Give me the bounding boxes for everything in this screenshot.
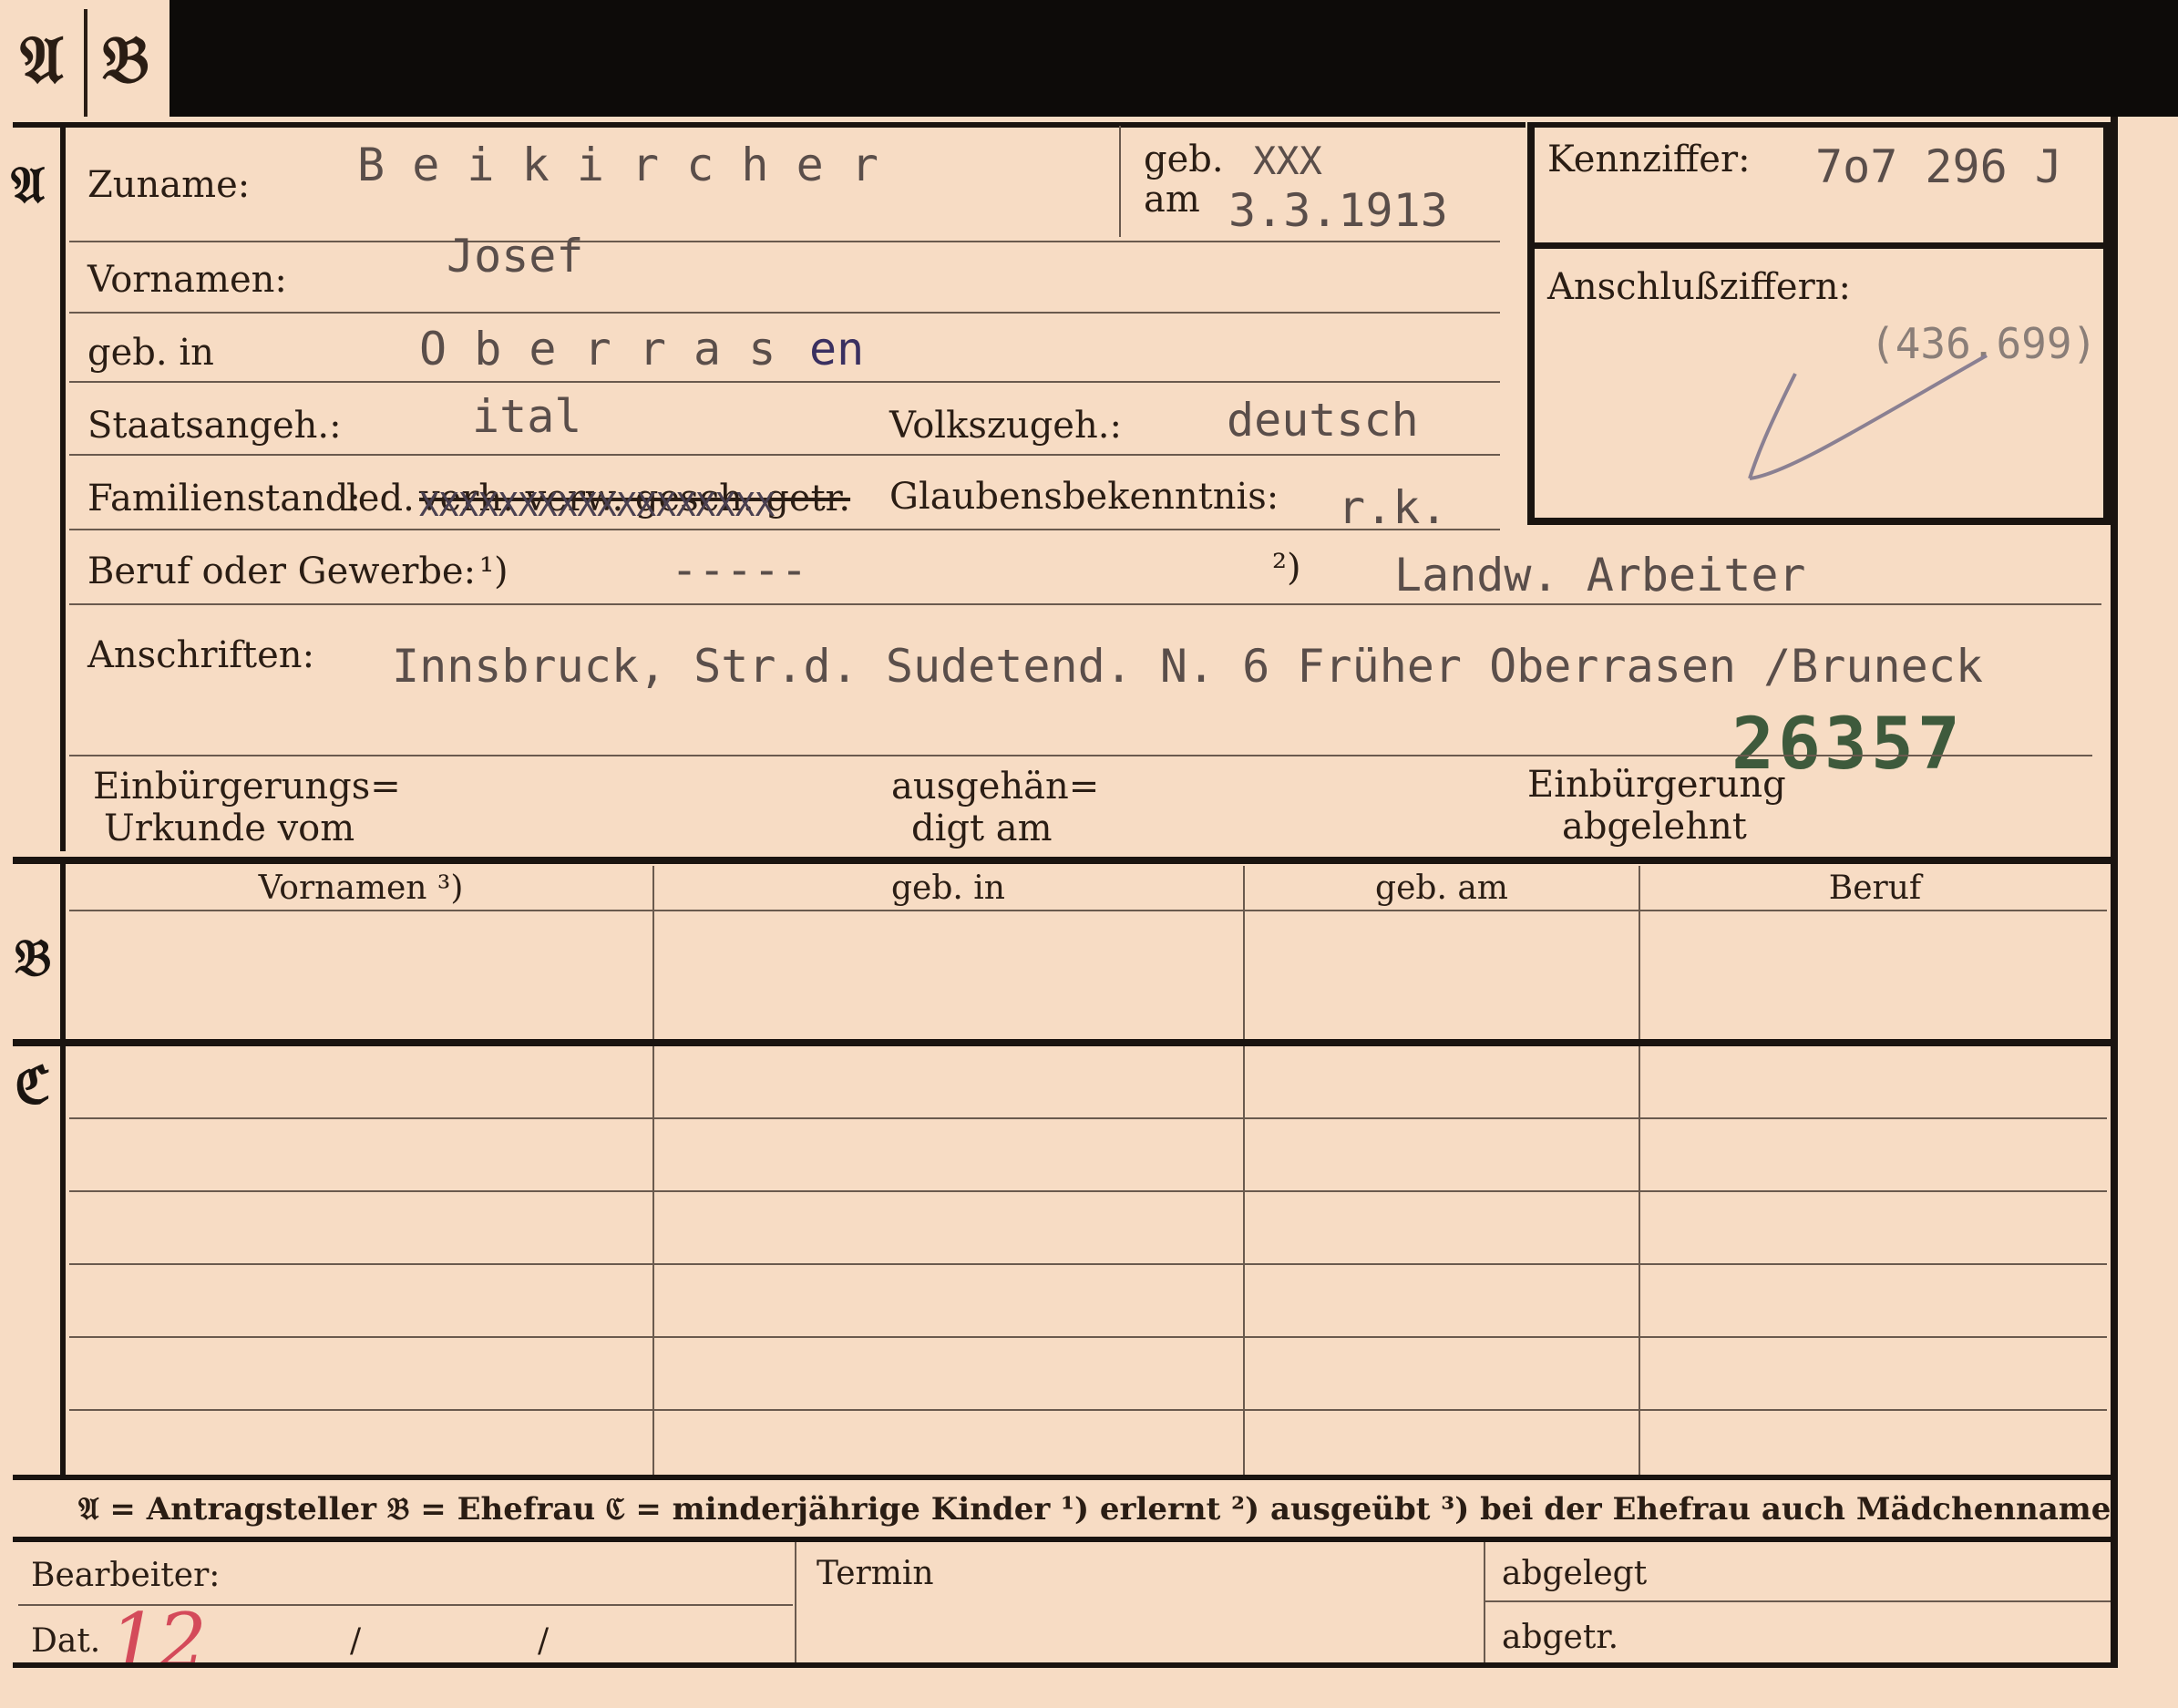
appointment-label: Termin — [817, 1555, 934, 1592]
section-c-marker: ℭ — [15, 1055, 51, 1116]
legend-top-rule — [13, 1475, 2112, 1480]
divider-b-c — [13, 1039, 2112, 1046]
legend-text: 𝔄 = Antragsteller 𝔅 = Ehefrau ℭ = minder… — [78, 1491, 2111, 1528]
surname-value: B e i k i r c h e r — [357, 139, 878, 191]
table-row-rule-4 — [69, 1336, 2107, 1338]
section-a-marker: 𝔄 — [11, 155, 46, 215]
birth-label-geb: geb. — [1144, 139, 1224, 180]
religion-label: Glaubensbekenntnis: — [889, 476, 1279, 518]
table-header-birthplace: geb. in — [891, 869, 1005, 907]
birth-date-value: 3.3.1913 — [1228, 184, 1448, 237]
row-rule-6 — [69, 603, 2101, 605]
ethnicity-value: deutsch — [1227, 394, 1419, 447]
section-a-left-rule — [60, 122, 66, 851]
footer-rule-right — [1485, 1600, 2114, 1602]
birthplace-label: geb. in — [87, 332, 214, 374]
naturalization-denied-label-1: Einbürgerung — [1527, 764, 1786, 806]
tab-divider — [84, 9, 87, 118]
naturalization-denied-label-2: abgelehnt — [1562, 806, 1747, 848]
naturalization-cert-label-1: Einbürgerungs= — [93, 766, 401, 808]
processor-label: Bearbeiter: — [31, 1557, 221, 1594]
birth-label-am: am — [1144, 179, 1200, 221]
table-header-firstnames: Vornamen ³) — [258, 869, 464, 907]
row-rule-7 — [69, 755, 2092, 756]
address-value: Innsbruck, Str.d. Sudetend. N. 6 Früher … — [392, 640, 1983, 693]
footer-col-rule-1 — [795, 1542, 796, 1662]
naturalization-cert-label-2: Urkunde vom — [104, 808, 355, 849]
date-handwritten: 12 — [109, 1597, 207, 1686]
birth-divider — [1119, 126, 1121, 237]
table-header-profession: Beruf — [1828, 869, 1922, 907]
legend-bottom-rule — [13, 1537, 2112, 1542]
ethnicity-label: Volkszugeh.: — [889, 405, 1122, 447]
tab-letter-a: 𝔄 — [20, 20, 64, 98]
firstname-label: Vornamen: — [87, 259, 287, 301]
tab-letter-b: 𝔅 — [102, 20, 149, 98]
birthplace-suffix: en — [809, 323, 865, 376]
table-left-rule — [60, 864, 66, 1475]
birthplace-value: O b e r r a s — [419, 323, 776, 376]
check-mark-icon — [1748, 354, 1988, 480]
date-label: Dat. — [31, 1622, 101, 1660]
table-row-rule-3 — [69, 1263, 2107, 1265]
family-overtype: XXXXXXXXXXXXXXXXXX — [419, 487, 776, 524]
table-row-rule-2 — [69, 1190, 2107, 1192]
separated-label: abgetr. — [1502, 1619, 1619, 1656]
birth-struck-value: XXX — [1253, 139, 1322, 183]
row-rule-5 — [69, 529, 1500, 530]
surname-label: Zuname: — [87, 164, 251, 206]
citizenship-value: ital — [472, 390, 582, 443]
kennziffer-label: Kennziffer: — [1547, 139, 1751, 180]
card-tab: 𝔄 𝔅 — [0, 0, 170, 123]
row-rule-3 — [69, 381, 1500, 383]
profession-note-1: ¹) — [479, 550, 509, 592]
citizenship-label: Staatsangeh.: — [87, 405, 342, 447]
family-kept-option: led. — [346, 478, 415, 520]
profession-note-2: ²) — [1272, 547, 1301, 589]
address-label: Anschriften: — [87, 634, 315, 676]
divider-a-b — [13, 857, 2112, 864]
profession-label: Beruf oder Gewerbe: — [87, 550, 477, 592]
table-col-rule-1 — [652, 866, 654, 1475]
table-col-rule-2 — [1243, 866, 1245, 1475]
card-right-rule — [2111, 117, 2118, 1668]
footer-bottom-rule — [13, 1662, 2112, 1668]
profession-practiced-value: Landw. Arbeiter — [1394, 549, 1806, 602]
handed-out-label-2: digt am — [911, 808, 1053, 849]
table-row-rule-1 — [69, 1117, 2107, 1119]
row-rule-2 — [69, 312, 1500, 314]
row-rule-1 — [69, 241, 1500, 242]
id-box-divider — [1533, 242, 2105, 249]
section-b-marker: 𝔅 — [15, 928, 52, 988]
section-a-top-rule — [13, 122, 1526, 128]
kennziffer-value: 7o7 296 J — [1815, 140, 2062, 193]
firstname-value: Josef — [447, 230, 584, 283]
table-row-rule-5 — [69, 1409, 2107, 1411]
footer-col-rule-2 — [1484, 1542, 1485, 1662]
table-header-rule — [69, 910, 2107, 911]
religion-value: r.k. — [1338, 481, 1448, 534]
date-separator-2: / — [538, 1622, 550, 1660]
table-header-birthdate: geb. am — [1375, 869, 1508, 907]
anschluss-label: Anschlußziffern: — [1547, 266, 1851, 308]
handed-out-label-1: ausgehän= — [891, 766, 1100, 808]
table-col-rule-3 — [1639, 866, 1640, 1475]
row-rule-4 — [69, 454, 1500, 456]
family-label: Familienstand: — [87, 478, 361, 520]
date-separator-1: / — [350, 1622, 362, 1660]
filed-label: abgelegt — [1502, 1555, 1648, 1592]
profession-learned-value: ----- — [671, 543, 808, 596]
